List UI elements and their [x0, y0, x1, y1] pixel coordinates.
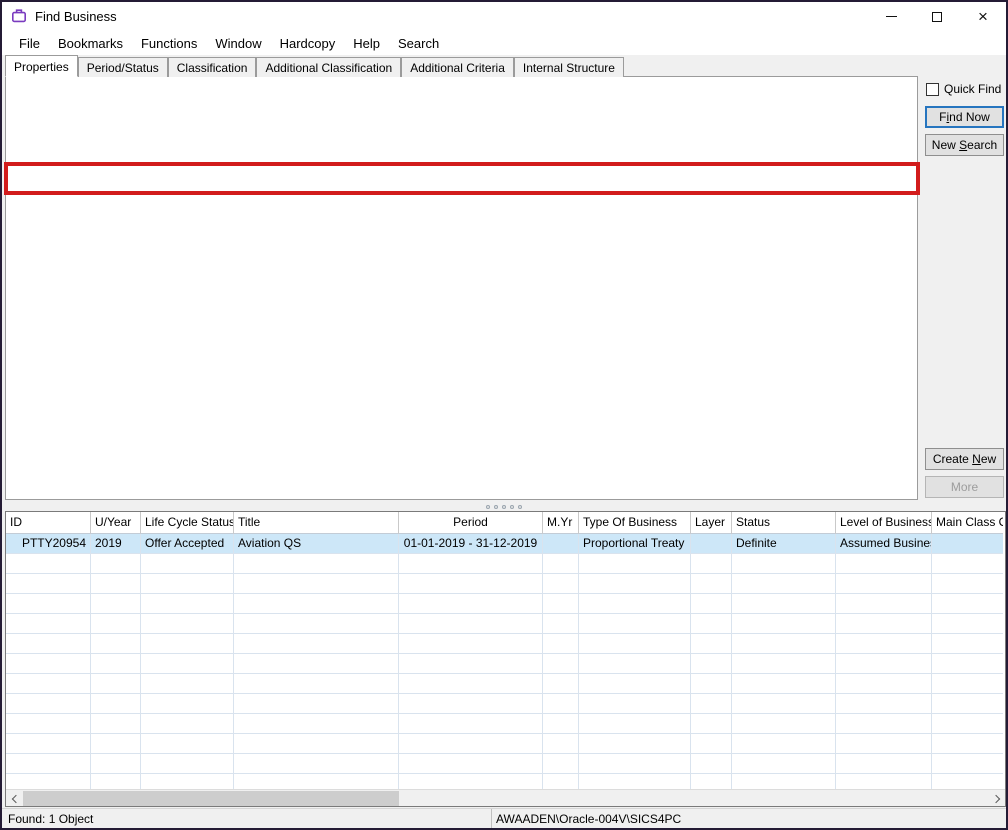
menu-bookmarks[interactable]: Bookmarks: [49, 33, 132, 54]
cell-title: Aviation QS: [234, 534, 399, 554]
cell-period: 01-01-2019 - 31-12-2019: [399, 534, 543, 554]
tab-properties[interactable]: Properties: [5, 55, 78, 77]
tab-strip: Properties Period/Status Classification …: [5, 55, 624, 77]
title-bar: Find Business ×: [2, 2, 1006, 31]
create-new-button[interactable]: Create New: [925, 448, 1004, 470]
status-bar: Found: 1 Object AWAADEN\Oracle-004V\SICS…: [2, 808, 1006, 828]
properties-tab-page: [5, 76, 918, 500]
cell-life-cycle-status: Offer Accepted: [141, 534, 234, 554]
column-header-title[interactable]: Title: [234, 512, 399, 534]
menu-functions[interactable]: Functions: [132, 33, 206, 54]
table-row[interactable]: PTTY20954 2019 Offer Accepted Aviation Q…: [6, 534, 1003, 554]
find-business-window: Find Business × File Bookmarks Functions…: [0, 0, 1008, 830]
cell-layer: [691, 534, 732, 554]
minimize-button[interactable]: [868, 2, 914, 31]
column-header-myr[interactable]: M.Yr: [543, 512, 579, 534]
column-header-main-class[interactable]: Main Class Of: [932, 512, 1003, 534]
table-row-empty: [6, 594, 1003, 614]
cell-level-of-business: Assumed Business: [836, 534, 932, 554]
tab-period-status[interactable]: Period/Status: [78, 57, 168, 77]
checkbox-icon: [926, 83, 939, 96]
close-button[interactable]: ×: [960, 2, 1006, 31]
tab-classification[interactable]: Classification: [168, 57, 257, 77]
column-header-status[interactable]: Status: [732, 512, 836, 534]
menu-file[interactable]: File: [10, 33, 49, 54]
grip-dot: [510, 505, 514, 509]
cell-id: PTTY20954: [6, 534, 91, 554]
table-row-empty: [6, 654, 1003, 674]
scrollbar-thumb[interactable]: [23, 791, 399, 807]
column-header-life-cycle-status[interactable]: Life Cycle Status: [141, 512, 234, 534]
menu-search[interactable]: Search: [389, 33, 448, 54]
results-table: ID U/Year Life Cycle Status Title Period…: [5, 511, 1006, 807]
scroll-right-arrow-icon[interactable]: [988, 790, 1005, 808]
connection-text: AWAADEN\Oracle-004V\SICS4PC: [496, 812, 681, 826]
menu-window[interactable]: Window: [206, 33, 270, 54]
side-panel: Quick Find Find Now New Search Create Ne…: [918, 55, 1006, 507]
grip-dot: [494, 505, 498, 509]
find-now-button[interactable]: Find Now: [925, 106, 1004, 128]
cell-status: Definite: [732, 534, 836, 554]
tab-additional-classification[interactable]: Additional Classification: [256, 57, 401, 77]
column-header-level-of-business[interactable]: Level of Business: [836, 512, 932, 534]
cell-myr: [543, 534, 579, 554]
close-icon: ×: [978, 8, 988, 25]
quick-find-checkbox[interactable]: Quick Find: [926, 82, 1001, 96]
cell-uyear: 2019: [91, 534, 141, 554]
tab-additional-criteria[interactable]: Additional Criteria: [401, 57, 514, 77]
grip-dot: [518, 505, 522, 509]
column-header-type-of-business[interactable]: Type Of Business: [579, 512, 691, 534]
checkbox-label: Quick Find: [944, 82, 1001, 96]
column-header-layer[interactable]: Layer: [691, 512, 732, 534]
cell-main-class: [932, 534, 1003, 554]
maximize-icon: [932, 12, 942, 22]
horizontal-scrollbar[interactable]: [6, 789, 1005, 807]
grip-dot: [486, 505, 490, 509]
column-header-period[interactable]: Period: [399, 512, 543, 534]
table-header-row: ID U/Year Life Cycle Status Title Period…: [6, 512, 1003, 534]
table-row-empty: [6, 734, 1003, 754]
table-row-empty: [6, 554, 1003, 574]
column-header-uyear[interactable]: U/Year: [91, 512, 141, 534]
more-button[interactable]: More: [925, 476, 1004, 498]
status-divider: [491, 809, 492, 829]
grip-dot: [502, 505, 506, 509]
table-row-empty: [6, 674, 1003, 694]
menu-help[interactable]: Help: [344, 33, 389, 54]
table-row-empty: [6, 754, 1003, 774]
table-row-empty: [6, 574, 1003, 594]
scroll-left-arrow-icon[interactable]: [6, 790, 23, 808]
splitter-grip[interactable]: [2, 503, 1006, 510]
maximize-button[interactable]: [914, 2, 960, 31]
menu-bar: File Bookmarks Functions Window Hardcopy…: [2, 31, 1006, 55]
table-row-empty: [6, 694, 1003, 714]
found-count-text: Found: 1 Object: [8, 812, 93, 826]
table-row-empty: [6, 634, 1003, 654]
minimize-icon: [886, 16, 897, 17]
briefcase-icon: [11, 8, 27, 24]
table-row-empty: [6, 714, 1003, 734]
window-title: Find Business: [35, 9, 117, 24]
tab-internal-structure[interactable]: Internal Structure: [514, 57, 624, 77]
cell-type-of-business: Proportional Treaty: [579, 534, 691, 554]
table-row-empty: [6, 614, 1003, 634]
column-header-id[interactable]: ID: [6, 512, 91, 534]
new-search-button[interactable]: New Search: [925, 134, 1004, 156]
menu-hardcopy[interactable]: Hardcopy: [271, 33, 345, 54]
